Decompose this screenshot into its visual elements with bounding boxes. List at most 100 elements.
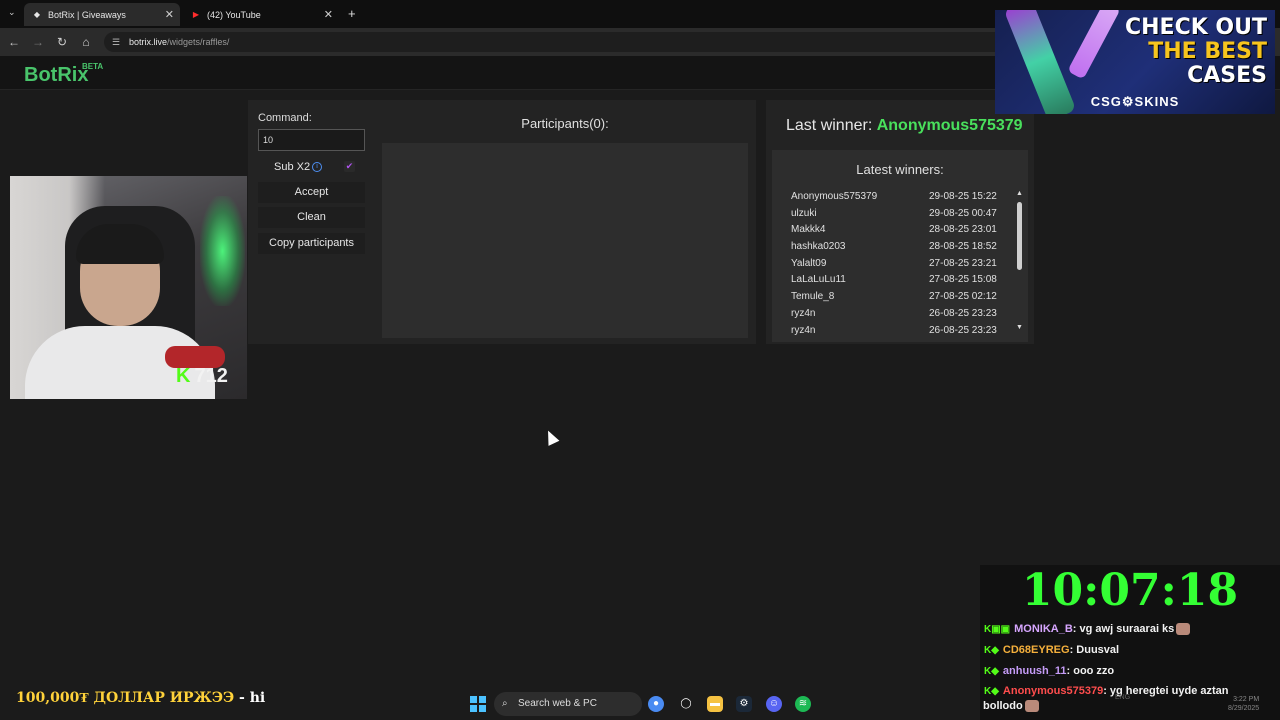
file-explorer-icon[interactable]: ▬ bbox=[707, 696, 723, 712]
list-item: Yalalt09 27-08-25 23:21 bbox=[791, 258, 1001, 275]
reload-icon[interactable]: ↻ bbox=[54, 34, 70, 50]
chat-username: anhuush_11 bbox=[1002, 665, 1067, 677]
command-label: Command: bbox=[258, 112, 312, 124]
clock-date: 8/29/2025 bbox=[1228, 705, 1260, 712]
list-item: ulzuki 29-08-25 00:47 bbox=[791, 208, 1001, 225]
tab-youtube[interactable]: ▶ (42) YouTube ✕ bbox=[183, 3, 339, 26]
tab-label: (42) YouTube bbox=[207, 9, 261, 20]
url-path: /widgets/raffles/ bbox=[167, 37, 230, 47]
spotify-icon[interactable]: ≋ bbox=[795, 696, 811, 712]
stream-timer: 10:07:18 bbox=[1021, 565, 1239, 616]
sub-x2-label: Sub X2 bbox=[274, 161, 311, 173]
ticker-amount: 100,000₮ ДОЛЛАР ИРЖЭЭ bbox=[16, 690, 235, 706]
winner-date: 27-08-25 02:12 bbox=[929, 291, 997, 303]
chat-badges-icon: K◆ bbox=[984, 645, 999, 656]
latest-winners-box[interactable]: Latest winners: Anonymous575379 29-08-25 … bbox=[772, 150, 1028, 342]
chat-text: : ooo zzo bbox=[1066, 665, 1115, 677]
winner-name: hashka0203 bbox=[791, 241, 846, 253]
scroll-down-arrow-icon[interactable]: ▼ bbox=[1016, 324, 1023, 331]
accept-button[interactable]: Accept bbox=[258, 182, 365, 203]
clean-button[interactable]: Clean bbox=[258, 207, 365, 228]
webcam-feed: K 712 bbox=[10, 176, 247, 399]
copy-participants-button[interactable]: Copy participants bbox=[258, 233, 365, 254]
knife-image bbox=[1067, 10, 1121, 80]
botrix-logo[interactable]: BotRix bbox=[24, 64, 88, 87]
emote-icon bbox=[1024, 700, 1039, 713]
winner-date: 27-08-25 15:08 bbox=[929, 274, 997, 286]
streamer-hair bbox=[76, 224, 164, 264]
tab-label: BotRix | Giveaways bbox=[48, 9, 126, 20]
winner-name: Temule_8 bbox=[791, 291, 835, 303]
taskbar-search-placeholder: Search web & PC bbox=[518, 698, 597, 709]
chat-username: CD68EYREG bbox=[1002, 644, 1070, 656]
list-item: ryz4n 26-08-25 23:23 bbox=[791, 325, 1001, 342]
system-tray[interactable]: ENG bbox=[1115, 694, 1130, 701]
winner-name: ryz4n bbox=[791, 324, 816, 336]
ad-brand: CSG⚙SKINS bbox=[1090, 94, 1180, 109]
winner-name: ulzuki bbox=[791, 207, 817, 219]
chat-message: K◆ CD68EYREG: Duusval bbox=[984, 644, 1119, 656]
kick-logo-icon: K bbox=[176, 365, 191, 387]
chat-badges-icon: K◆ bbox=[984, 686, 999, 697]
winner-date: 27-08-25 23:21 bbox=[929, 257, 997, 269]
chat-badges-icon: K▣▣ bbox=[984, 624, 1011, 635]
ad-headline-2: THE BEST bbox=[1148, 39, 1267, 64]
taskbar-clock[interactable]: 3:22 PM 8/29/2025 bbox=[1228, 695, 1259, 713]
url-bar[interactable]: ☰ botrix.live/widgets/raffles/ bbox=[104, 32, 1004, 52]
chat-message: K◆ Anonymous575379: yg heregtei uyde azta… bbox=[983, 685, 1229, 713]
forward-arrow-icon[interactable]: → bbox=[30, 34, 46, 50]
close-icon[interactable]: ✕ bbox=[165, 8, 174, 21]
command-input[interactable] bbox=[258, 129, 365, 151]
winner-date: 29-08-25 00:47 bbox=[929, 207, 997, 219]
winner-name: ryz4n bbox=[791, 307, 816, 319]
donation-ticker: 100,000₮ ДОЛЛАР ИРЖЭЭ - hi bbox=[16, 690, 265, 707]
list-item: hashka0203 28-08-25 18:52 bbox=[791, 241, 1001, 258]
chat-message: K▣▣ MONIKA_B: vg awj suraarai ks bbox=[984, 623, 1191, 636]
new-tab-plus-icon[interactable]: + bbox=[348, 6, 356, 21]
steam-icon[interactable]: ⚙ bbox=[736, 696, 752, 712]
taskbar-search[interactable]: ⌕ Search web & PC bbox=[494, 692, 642, 716]
winner-date: 26-08-25 23:23 bbox=[929, 324, 997, 336]
chrome-icon[interactable]: ● bbox=[648, 696, 664, 712]
list-item: LaLaLuLu11 27-08-25 15:08 bbox=[791, 274, 1001, 291]
winner-name: Makkk4 bbox=[791, 224, 826, 236]
raffle-panel: Command: Sub X2 i ✔ Accept Clean Copy pa… bbox=[248, 100, 756, 344]
ad-headline-1: CHECK OUT bbox=[1124, 15, 1267, 40]
winners-panel: Last winner: Anonymous575379 Latest winn… bbox=[766, 100, 1034, 344]
chat-message: K◆ anhuush_11: ooo zzo bbox=[984, 665, 1114, 677]
csgo-skins-ad[interactable]: CHECK OUT THE BEST CASES CSG⚙SKINS bbox=[995, 10, 1275, 114]
list-item: Temule_8 27-08-25 02:12 bbox=[791, 291, 1001, 308]
chat-username: MONIKA_B bbox=[1014, 623, 1073, 635]
scrollbar-thumb[interactable] bbox=[1017, 202, 1022, 270]
viewer-count-badge: K 712 bbox=[176, 365, 228, 388]
ad-headline-3: CASES bbox=[1187, 63, 1267, 88]
emote-icon bbox=[1176, 623, 1191, 636]
participants-title: Participants(0): bbox=[521, 116, 609, 131]
ticker-message: - hi bbox=[234, 690, 266, 706]
winner-name: Anonymous575379 bbox=[791, 191, 878, 202]
winner-list: Anonymous575379 29-08-25 15:22 ulzuki 29-0… bbox=[791, 191, 1001, 341]
chat-text: : vg awj suraarai ks bbox=[1072, 623, 1175, 635]
viewer-count: 712 bbox=[194, 365, 228, 387]
chat-text: bollodo bbox=[983, 700, 1023, 712]
tab-botrix[interactable]: ◆ BotRix | Giveaways ✕ bbox=[24, 3, 180, 26]
home-icon[interactable]: ⌂ bbox=[78, 34, 94, 50]
info-icon[interactable]: i bbox=[312, 162, 322, 172]
participants-list[interactable] bbox=[382, 143, 748, 338]
last-winner: Last winner: Anonymous575379 bbox=[786, 117, 1023, 135]
close-icon[interactable]: ✕ bbox=[324, 8, 333, 21]
opera-gx-icon[interactable]: ◯ bbox=[678, 696, 694, 712]
last-winner-name: Anonymous575379 bbox=[876, 117, 1023, 134]
beta-badge: BETA bbox=[82, 62, 104, 71]
back-arrow-icon[interactable]: ← bbox=[6, 34, 22, 50]
tray-language[interactable]: ENG bbox=[1115, 694, 1130, 701]
list-item: ryz4n 26-08-25 23:23 bbox=[791, 308, 1001, 325]
sub-x2-checkbox[interactable]: ✔ bbox=[344, 161, 355, 172]
tab-list-chevron-icon[interactable]: ⌄ bbox=[8, 7, 16, 18]
scroll-up-arrow-icon[interactable]: ▲ bbox=[1016, 190, 1023, 197]
botrix-favicon-icon: ◆ bbox=[33, 10, 41, 19]
discord-icon[interactable]: ☺ bbox=[766, 696, 782, 712]
site-info-icon[interactable]: ☰ bbox=[112, 32, 120, 52]
windows-start-icon[interactable] bbox=[470, 696, 486, 712]
last-winner-label: Last winner: bbox=[786, 117, 873, 134]
